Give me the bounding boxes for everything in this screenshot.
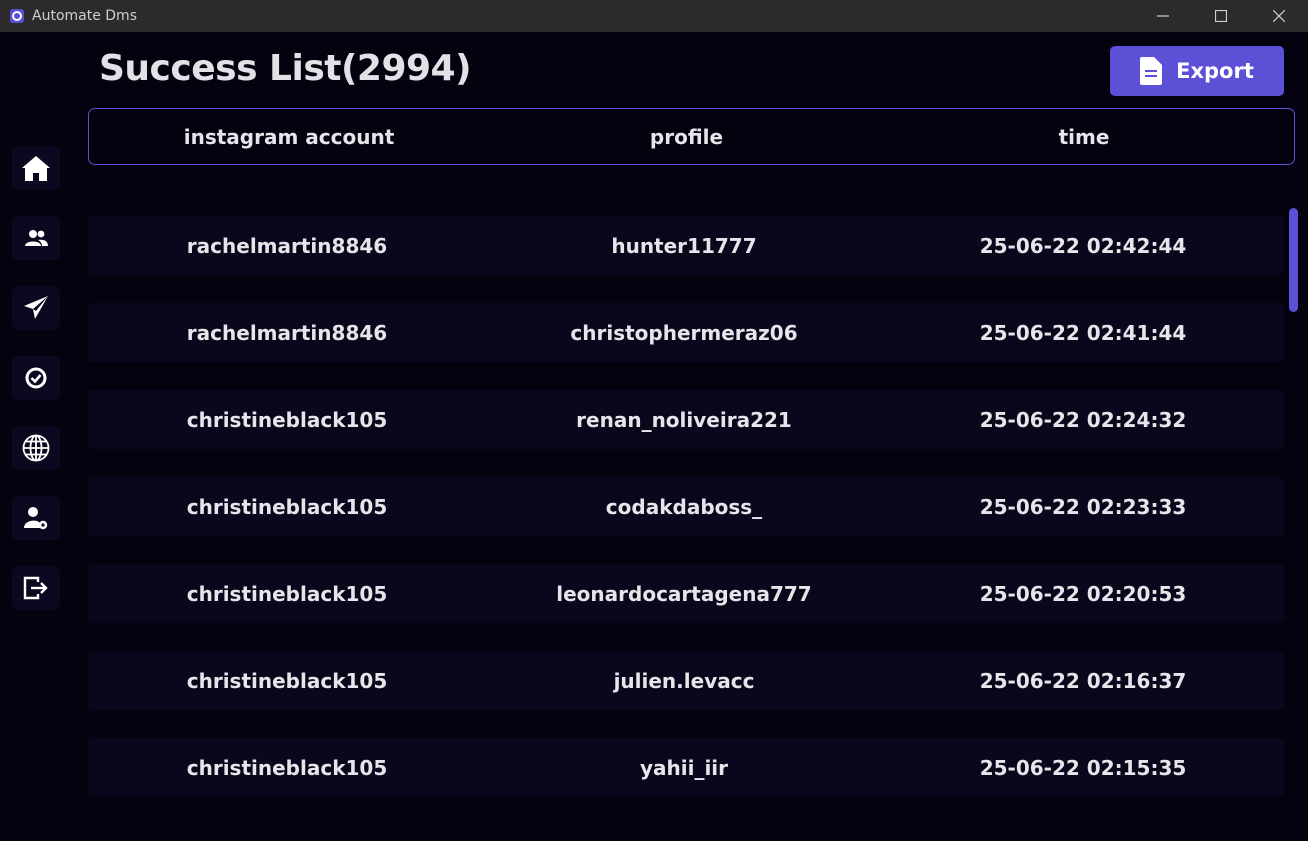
table-row[interactable]: christineblack105 julien.levacc 25-06-22… [88,651,1284,710]
sidebar [12,146,60,636]
cell-profile: hunter11777 [611,233,757,258]
logout-icon [23,576,48,600]
sidebar-item-send[interactable] [12,286,60,330]
app-logo-icon [10,9,24,23]
minimize-icon [1157,15,1169,17]
users-icon [25,230,48,246]
cell-account: rachelmartin8846 [186,233,388,258]
table-row[interactable]: christineblack105 yahii_iir 25-06-22 02:… [88,738,1284,797]
maximize-icon [1215,10,1227,22]
cell-profile: leonardocartagena777 [556,581,812,606]
cell-profile: codakdaboss_ [605,494,763,519]
check-circle-icon [25,367,47,389]
cell-profile: yahii_iir [639,755,729,780]
table-row[interactable]: christineblack105 renan_noliveira221 25-… [88,390,1284,449]
sidebar-item-logout[interactable] [12,566,60,610]
cell-time: 25-06-22 02:23:33 [979,494,1187,519]
cell-time: 25-06-22 02:20:53 [979,581,1187,606]
close-button[interactable] [1250,0,1308,32]
success-list: rachelmartin8846 hunter11777 25-06-22 02… [88,216,1284,825]
cell-time: 25-06-22 02:16:37 [979,668,1187,693]
scrollbar-thumb[interactable] [1289,208,1298,312]
cell-time: 25-06-22 02:24:32 [979,407,1187,432]
minimize-button[interactable] [1134,0,1192,32]
page-title: Success List(2994) [99,48,472,89]
cell-profile: renan_noliveira221 [576,407,792,432]
cell-profile: julien.levacc [613,668,755,693]
table-row[interactable]: rachelmartin8846 hunter11777 25-06-22 02… [88,216,1284,275]
sidebar-item-user-settings[interactable] [12,496,60,540]
send-icon [24,296,48,319]
export-button[interactable]: Export [1110,46,1284,96]
cell-time: 25-06-22 02:15:35 [979,755,1187,780]
column-header-account: instagram account [183,124,395,149]
window-title: Automate Dms [32,8,137,24]
cell-time: 25-06-22 02:41:44 [979,320,1187,345]
document-icon [1140,57,1163,85]
export-label: Export [1176,59,1254,83]
cell-account: christineblack105 [186,581,388,606]
sidebar-item-success[interactable] [12,356,60,400]
column-header-profile: profile [649,124,724,149]
user-settings-icon [24,507,48,530]
cell-account: christineblack105 [186,755,388,780]
globe-icon [22,434,50,462]
cell-account: christineblack105 [186,668,388,693]
table-row[interactable]: christineblack105 leonardocartagena777 2… [88,564,1284,623]
cell-time: 25-06-22 02:42:44 [979,233,1187,258]
table-row[interactable]: rachelmartin8846 christophermeraz06 25-0… [88,303,1284,362]
cell-account: christineblack105 [186,407,388,432]
sidebar-item-accounts[interactable] [12,216,60,260]
sidebar-item-proxies[interactable] [12,426,60,470]
cell-account: christineblack105 [186,494,388,519]
column-header-time: time [1058,124,1110,149]
home-icon [22,156,50,181]
window-controls [1134,0,1308,32]
close-icon [1273,10,1285,22]
sidebar-item-home[interactable] [12,146,60,190]
maximize-button[interactable] [1192,0,1250,32]
table-header: instagram account profile time [88,108,1295,165]
table-row[interactable]: christineblack105 codakdaboss_ 25-06-22 … [88,477,1284,536]
cell-account: rachelmartin8846 [186,320,388,345]
window-titlebar: Automate Dms [0,0,1308,32]
cell-profile: christophermeraz06 [570,320,798,345]
